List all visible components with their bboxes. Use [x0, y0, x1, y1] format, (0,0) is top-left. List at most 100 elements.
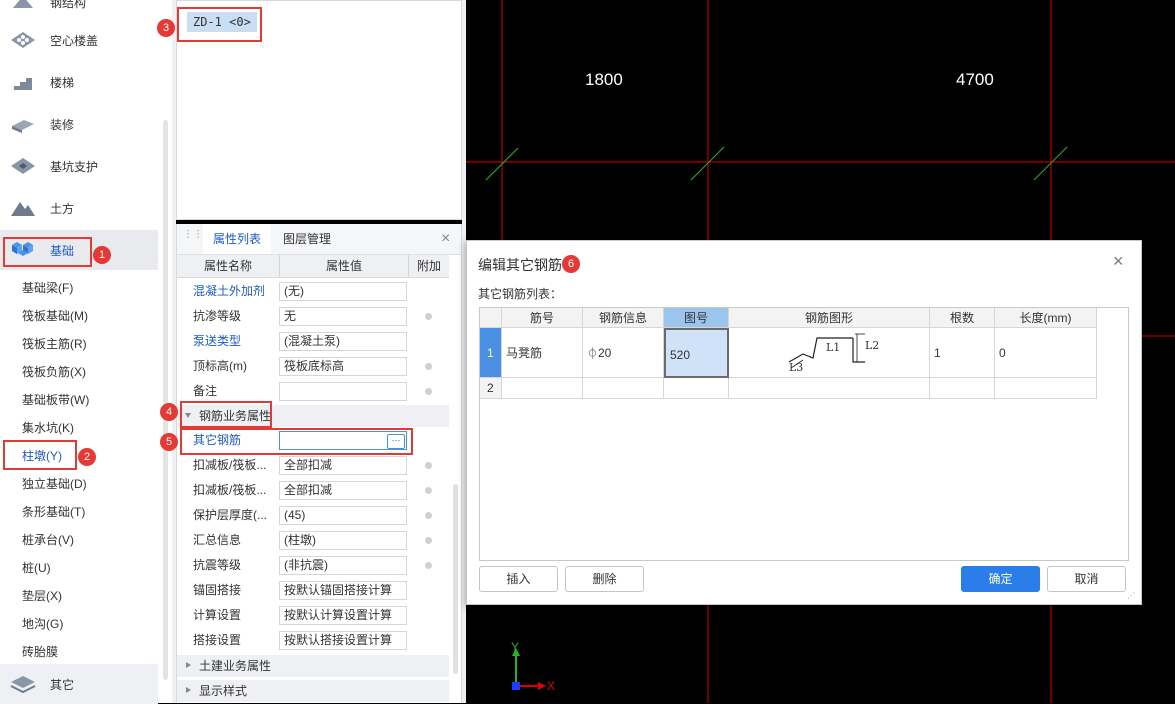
property-value[interactable] — [279, 382, 407, 401]
close-icon[interactable]: × — [1113, 251, 1124, 272]
extra-checkbox[interactable] — [425, 487, 432, 494]
property-value[interactable]: 筏板底标高 — [279, 357, 407, 376]
sidebar-category-label: 其它 — [50, 677, 75, 692]
dimension-label: 1800 — [585, 70, 623, 89]
property-value[interactable]: 按默认锚固搭接计算 — [279, 581, 407, 600]
property-value[interactable]: (柱墩) — [279, 531, 407, 550]
property-row[interactable]: 抗渗等级 无 — [177, 304, 449, 329]
insert-button[interactable]: 插入 — [479, 566, 558, 592]
sidebar-subitem[interactable]: 独立基础(D) — [22, 475, 87, 492]
sidebar-category-other[interactable]: 其它 — [0, 664, 158, 704]
property-name: 泵送类型 — [193, 334, 242, 348]
tab-layer-management[interactable]: 图层管理 — [277, 224, 337, 254]
table-cell[interactable]: 1 — [930, 328, 995, 378]
property-value[interactable]: (无) — [279, 282, 407, 301]
sidebar-subitem[interactable]: 桩(U) — [22, 559, 51, 576]
table-cell[interactable]: ⏀20 — [583, 328, 664, 378]
table-cell[interactable] — [995, 378, 1097, 399]
table-cell[interactable] — [664, 378, 729, 399]
edit-other-rebar-dialog: 编辑其它钢筋 × 其它钢筋列表： 筋号 钢筋信息 图号 钢筋图形 根数 长度(m… — [466, 240, 1142, 605]
property-row[interactable]: 扣减板/筏板... 全部扣减 — [177, 453, 449, 478]
property-value[interactable]: (非抗震) — [279, 556, 407, 575]
extra-checkbox[interactable] — [425, 388, 432, 395]
delete-button[interactable]: 删除 — [565, 566, 644, 592]
property-value[interactable]: 全部扣减 — [279, 481, 407, 500]
sidebar-category-stairs[interactable]: 楼梯 — [0, 62, 158, 102]
callout-badge-4: 4 — [160, 403, 178, 421]
property-row[interactable]: 保护层厚度(... (45) — [177, 503, 449, 528]
table-cell-shape[interactable]: L1 L2 L3 — [729, 328, 930, 378]
sidebar-category-earthwork[interactable]: 土方 — [0, 188, 158, 228]
property-value[interactable]: 按默认计算设置计算 — [279, 606, 407, 625]
sidebar-category-steel[interactable]: 钢结构 — [0, 0, 158, 22]
sidebar-subitem[interactable]: 筏板主筋(R) — [22, 335, 87, 352]
sidebar-scrollbar[interactable] — [163, 120, 168, 680]
property-row[interactable]: 锚固搭接 按默认锚固搭接计算 — [177, 578, 449, 603]
sidebar-subitem[interactable]: 砖胎膜 — [22, 643, 58, 660]
table-cell[interactable]: 0 — [995, 328, 1097, 378]
row-index-selected[interactable]: 1 — [480, 328, 502, 378]
cancel-button[interactable]: 取消 — [1047, 566, 1126, 592]
table-cell[interactable] — [502, 378, 583, 399]
sidebar-subitem[interactable]: 地沟(G) — [22, 615, 63, 632]
column-header: 筋号 — [502, 308, 583, 328]
property-value[interactable]: 无 — [279, 307, 407, 326]
extra-checkbox[interactable] — [425, 363, 432, 370]
table-cell[interactable] — [583, 378, 664, 399]
pit-support-icon — [11, 158, 35, 174]
sidebar-subitem[interactable]: 桩承台(V) — [22, 531, 74, 548]
property-row[interactable]: 计算设置 按默认计算设置计算 — [177, 603, 449, 628]
extra-checkbox[interactable] — [425, 462, 432, 469]
axis-y-label: Y — [511, 640, 520, 654]
shape-label-l2: L2 — [865, 339, 880, 352]
sidebar-subitem[interactable]: 筏板负筋(X) — [22, 363, 86, 380]
steel-structure-icon — [13, 0, 33, 8]
table-cell[interactable] — [930, 378, 995, 399]
property-scrollbar[interactable] — [453, 484, 458, 674]
property-value[interactable]: (45) — [279, 506, 407, 525]
extra-checkbox[interactable] — [425, 512, 432, 519]
property-row[interactable]: 抗震等级 (非抗震) — [177, 553, 449, 578]
collapse-icon[interactable] — [186, 662, 191, 668]
shape-label-l3: L3 — [789, 361, 804, 374]
group-display-style[interactable]: 显示样式 — [177, 680, 449, 702]
collapse-icon[interactable] — [186, 687, 191, 693]
extra-checkbox[interactable] — [425, 537, 432, 544]
group-civil-properties[interactable]: 土建业务属性 — [177, 655, 449, 677]
property-row[interactable]: 搭接设置 按默认搭接设置计算 — [177, 628, 449, 653]
sidebar-subitem[interactable]: 基础板带(W) — [22, 391, 89, 408]
table-cell[interactable]: 马凳筋 — [502, 328, 583, 378]
resize-grip-icon[interactable]: ⋰ — [1127, 591, 1136, 600]
property-value[interactable]: (混凝土泵) — [279, 332, 407, 351]
extra-checkbox[interactable] — [425, 313, 432, 320]
drag-handle-icon[interactable]: ⋮⋮ — [183, 230, 203, 246]
property-row[interactable]: 扣减板/筏板... 全部扣减 — [177, 478, 449, 503]
sidebar-subitem[interactable]: 垫层(X) — [22, 587, 62, 604]
ok-button[interactable]: 确定 — [961, 566, 1040, 592]
close-icon[interactable]: × — [441, 224, 455, 254]
callout-box-1 — [3, 237, 92, 267]
sidebar-category-decoration[interactable]: 装修 — [0, 104, 158, 144]
property-row[interactable]: 混凝土外加剂 (无) — [177, 279, 449, 304]
property-name: 计算设置 — [193, 608, 242, 622]
row-index[interactable]: 2 — [480, 378, 502, 399]
sidebar-subitem[interactable]: 条形基础(T) — [22, 503, 85, 520]
property-row[interactable]: 顶标高(m) 筏板底标高 — [177, 354, 449, 379]
property-row[interactable]: 泵送类型 (混凝土泵) — [177, 329, 449, 354]
property-value[interactable]: 全部扣减 — [279, 456, 407, 475]
column-header: 钢筋图形 — [729, 308, 930, 328]
column-header-selected: 图号 — [664, 308, 729, 328]
sidebar-category-hollow-floor[interactable]: 空心楼盖 — [0, 20, 158, 60]
table-cell-selected[interactable]: 520 — [664, 328, 729, 378]
extra-checkbox[interactable] — [425, 562, 432, 569]
sidebar-category-pit-support[interactable]: 基坑支护 — [0, 146, 158, 186]
column-header: 钢筋信息 — [583, 308, 664, 328]
sidebar-subitem[interactable]: 筏板基础(M) — [22, 307, 88, 324]
table-cell[interactable] — [729, 378, 930, 399]
sidebar-subitem[interactable]: 基础梁(F) — [22, 279, 73, 296]
property-name: 搭接设置 — [193, 633, 242, 647]
property-value[interactable]: 按默认搭接设置计算 — [279, 631, 407, 650]
property-row[interactable]: 汇总信息 (柱墩) — [177, 528, 449, 553]
sidebar-subitem[interactable]: 集水坑(K) — [22, 419, 74, 436]
tab-property-list[interactable]: 属性列表 — [203, 224, 271, 254]
